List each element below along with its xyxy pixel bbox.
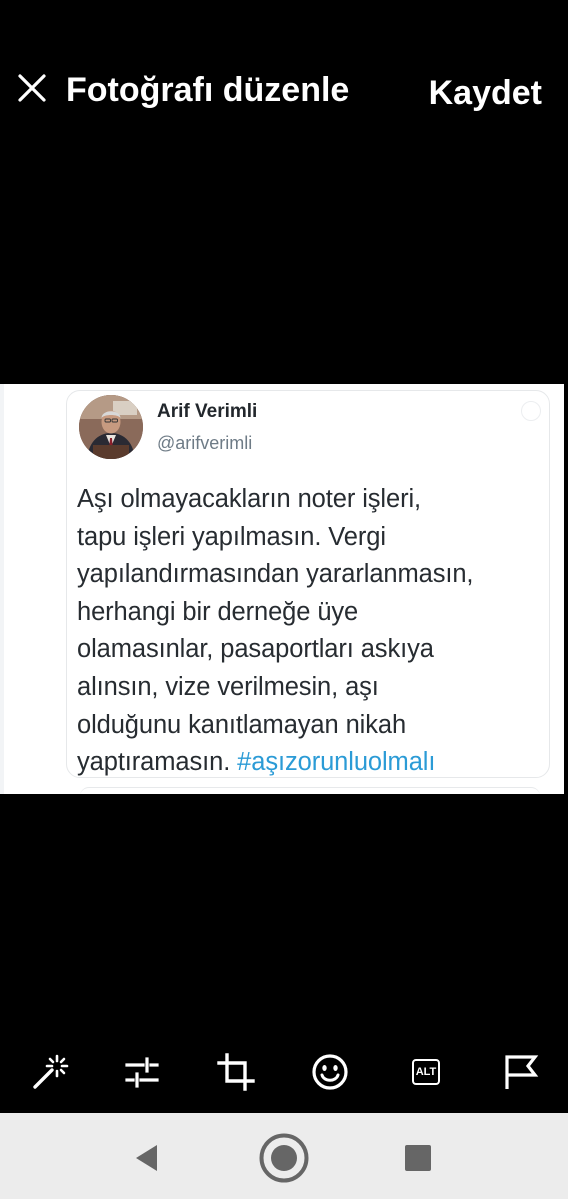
edit-photo-screen: Fotoğrafı düzenle Kaydet Arif Verimli @a… <box>0 0 568 1199</box>
tweet-line-last: yaptıramasın. #aşızorunluolmalı <box>77 744 547 782</box>
tweet-line: olamasınlar, pasaportları askıya <box>77 635 434 664</box>
sticker-button[interactable] <box>308 1050 352 1094</box>
tweet-line-text: yaptıramasın. <box>77 748 238 777</box>
edit-toolbar: ALT <box>0 1040 568 1104</box>
close-button[interactable] <box>12 68 52 108</box>
photo-edge <box>0 384 4 794</box>
system-navigation-bar <box>0 1113 568 1199</box>
adjust-button[interactable] <box>120 1050 164 1094</box>
flag-icon <box>505 1055 539 1089</box>
tweet-line: alınsın, vize verilmesin, aşı <box>77 672 379 701</box>
tweet-line: yapılandırmasından yararlanmasın, <box>77 560 474 589</box>
tweet-hashtag: #aşızorunluolmalı <box>237 748 436 777</box>
home-circle-icon <box>259 1133 309 1183</box>
tweet-card: Arif Verimli @arifverimli Aşı olmayacakl… <box>66 390 550 778</box>
sticker-smiley-icon <box>312 1054 348 1090</box>
magic-wand-icon <box>33 1054 69 1089</box>
tweet-text: Aşı olmayacakların noter işleri, tapu iş… <box>77 481 547 782</box>
crop-button[interactable] <box>214 1050 258 1094</box>
photo-preview[interactable]: Arif Verimli @arifverimli Aşı olmayacakl… <box>0 384 564 794</box>
close-icon <box>18 74 46 102</box>
crop-icon <box>217 1053 255 1091</box>
tweet-author-name: Arif Verimli <box>157 401 258 422</box>
top-bar: Fotoğrafı düzenle Kaydet <box>0 0 568 180</box>
tweet-line: tapu işleri yapılmasın. Vergi <box>77 522 386 551</box>
page-title: Fotoğrafı düzenle <box>66 71 350 109</box>
tweet-author-handle: @arifverimli <box>157 433 253 453</box>
nav-back-button[interactable] <box>122 1133 172 1183</box>
alt-text-button[interactable]: ALT <box>404 1050 448 1094</box>
alt-text-icon: ALT <box>412 1059 440 1085</box>
adjust-sliders-icon <box>125 1057 159 1088</box>
next-card-edge <box>80 787 540 794</box>
back-triangle-icon <box>136 1145 157 1171</box>
nav-home-button[interactable] <box>259 1133 309 1183</box>
flag-button[interactable] <box>498 1050 542 1094</box>
tweet-line: Aşı olmayacakların noter işleri, <box>77 485 422 513</box>
save-button[interactable]: Kaydet <box>429 73 542 113</box>
avatar <box>79 395 143 459</box>
nav-recents-button[interactable] <box>393 1133 443 1183</box>
tweet-line: olduğunu kanıtlamayan nikah <box>77 710 407 739</box>
recents-square-icon <box>405 1145 431 1171</box>
magic-wand-button[interactable] <box>28 1050 72 1094</box>
tweet-corner-mark <box>521 401 541 421</box>
tweet-line: herhangi bir derneğe üye <box>77 597 359 626</box>
